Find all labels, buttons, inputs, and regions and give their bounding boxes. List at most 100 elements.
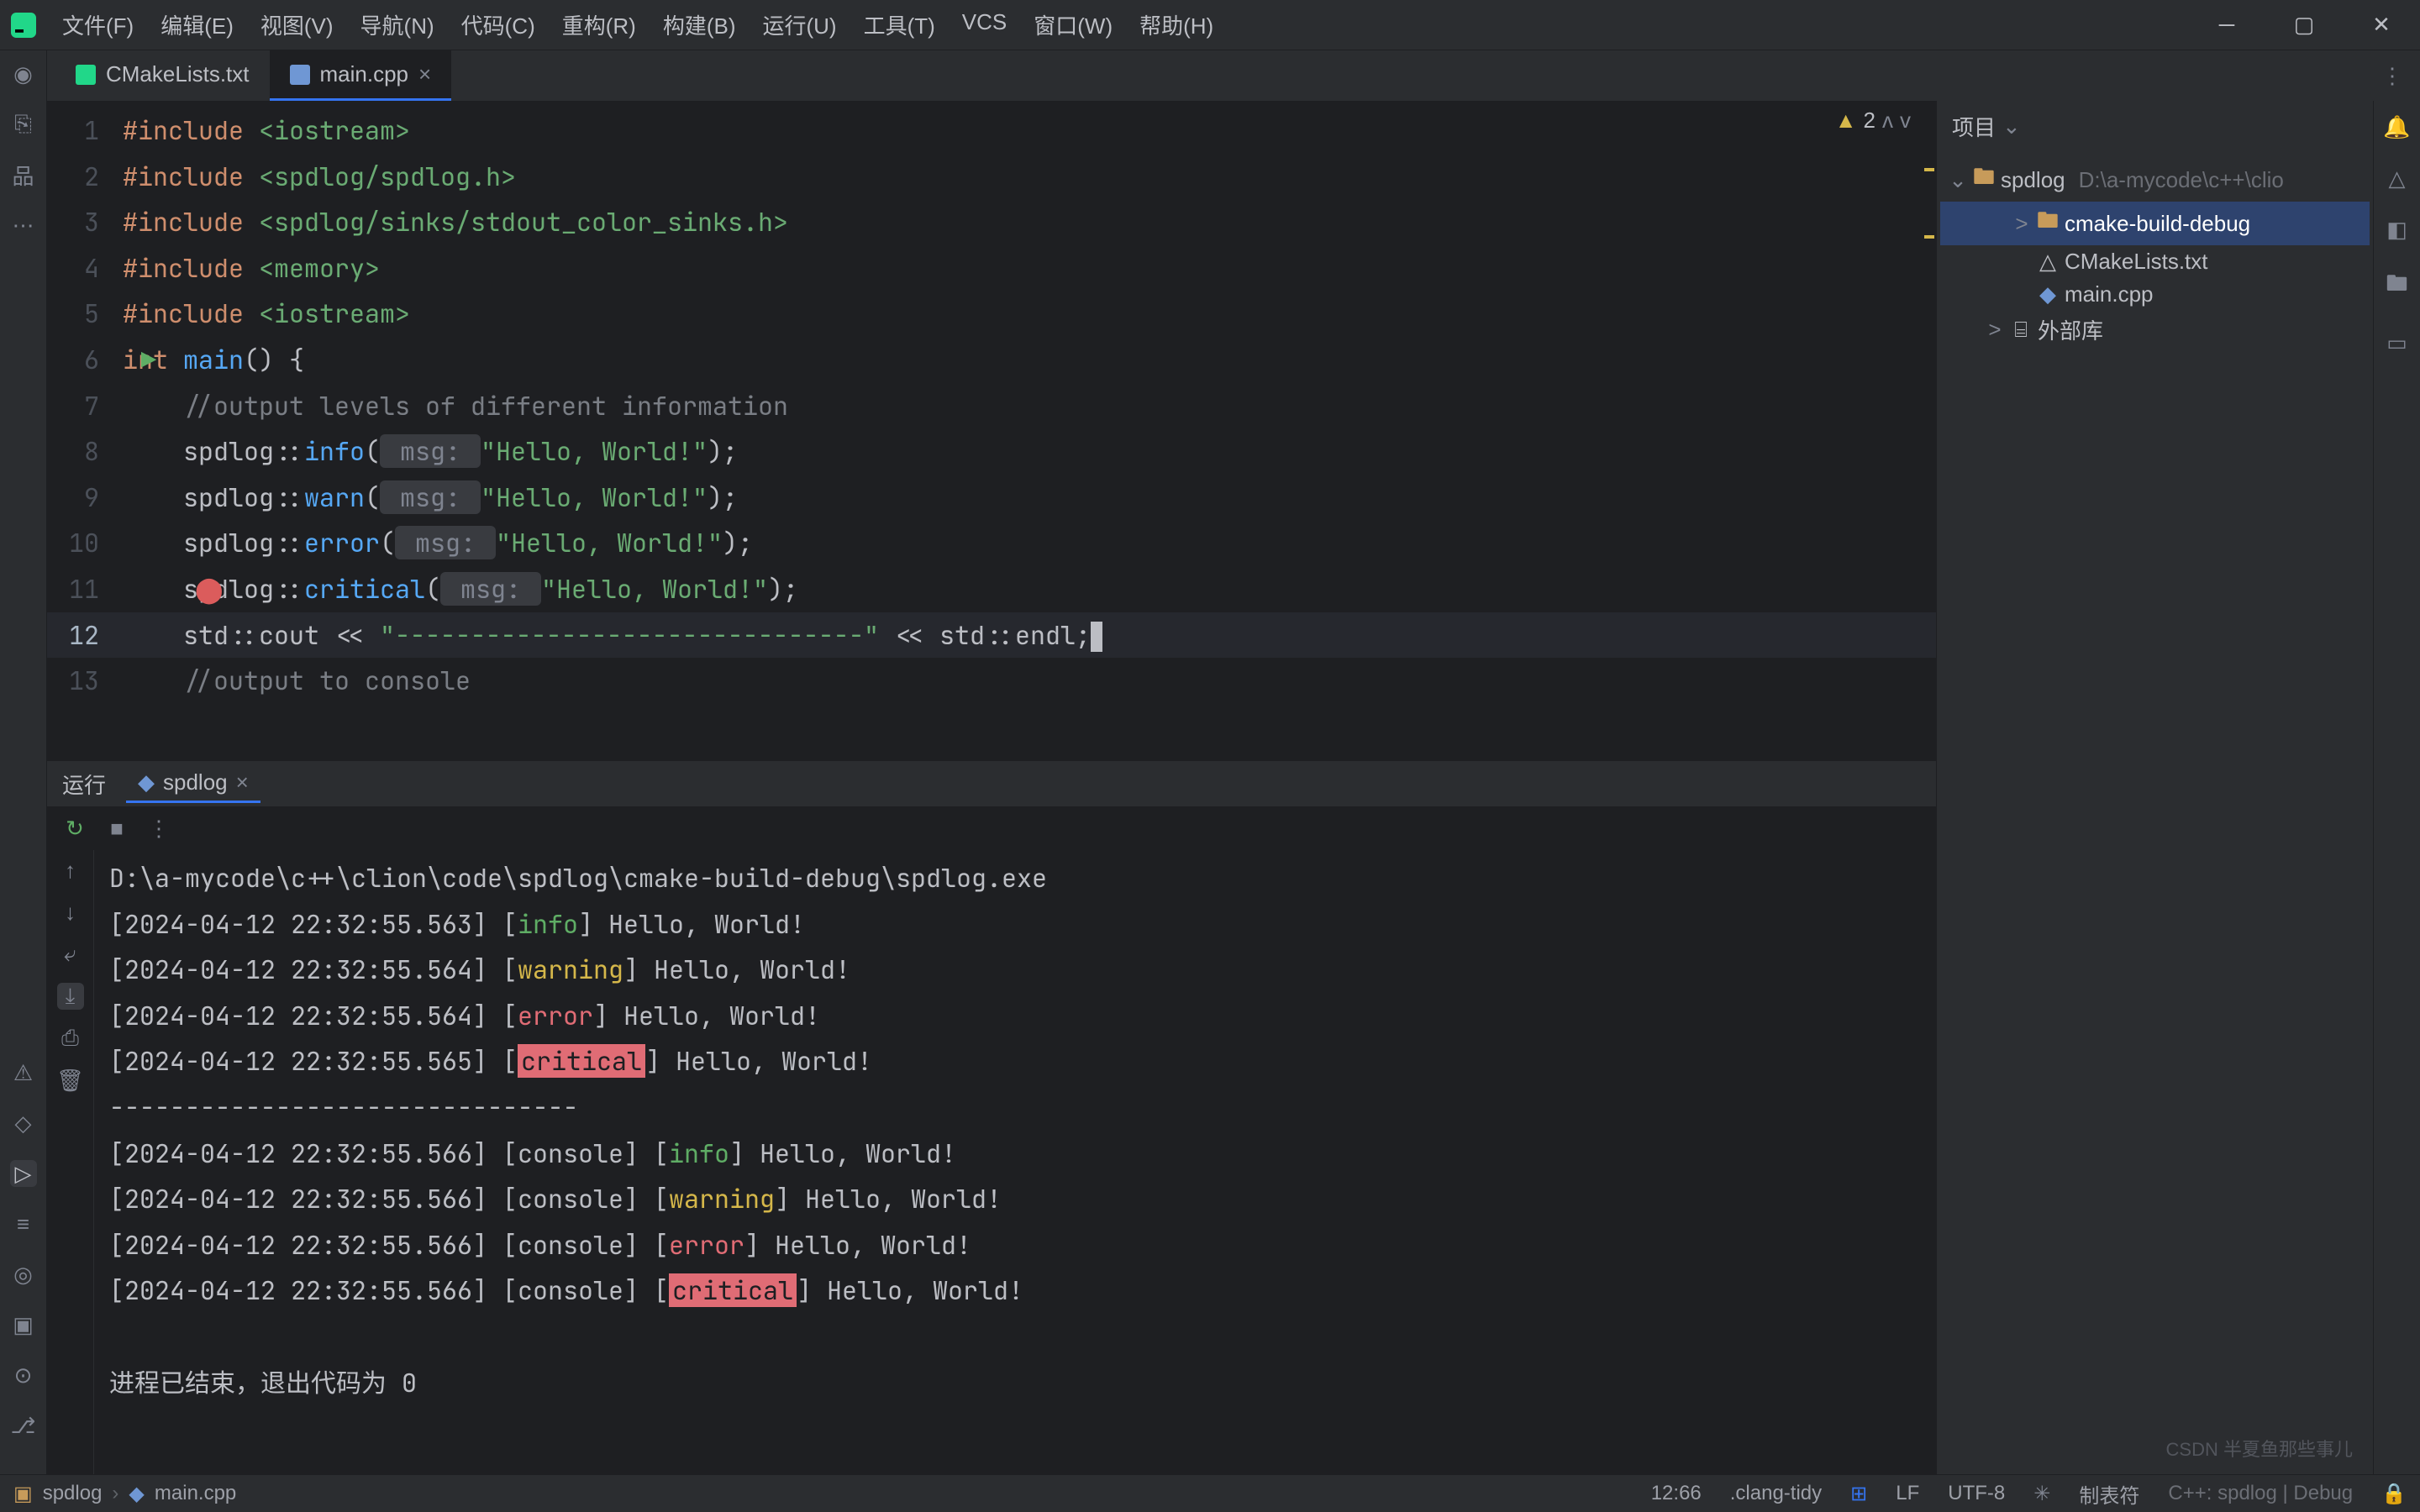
folder-icon: 🖿 (1974, 161, 1994, 198)
tree-item[interactable]: >⌸外部库 (1940, 311, 2370, 349)
line-number: 11 (47, 566, 123, 612)
scroll-to-end-icon[interactable]: ⤓ (57, 983, 84, 1010)
menu-item[interactable]: 代码(C) (453, 4, 544, 45)
tree-item[interactable]: △CMakeLists.txt (1940, 245, 2370, 278)
warning-icon: ▲ (1835, 108, 1857, 134)
menu-item[interactable]: 导航(N) (352, 4, 443, 45)
code-line[interactable]: 13 //output to console (47, 658, 1936, 704)
print-icon[interactable]: ⎙ (57, 1025, 84, 1052)
caret-position[interactable]: 12:66 (1651, 1482, 1702, 1505)
code-line[interactable]: 6▶int main() { (47, 337, 1936, 383)
structure-tool-icon[interactable]: 品 (10, 161, 37, 188)
inspection-indicator[interactable]: ▲ 2 ʌ v (1835, 108, 1911, 134)
chevron-down-icon[interactable]: ⌄ (2002, 113, 2021, 139)
error-stripe[interactable] (1921, 101, 1936, 760)
scroll-up-icon[interactable]: ↑ (57, 857, 84, 884)
soft-wrap-icon[interactable]: ⤶ (57, 941, 84, 968)
run-config-tab[interactable]: ◆ spdlog × (126, 764, 260, 803)
menu-item[interactable]: 运行(U) (755, 4, 845, 45)
code-line[interactable]: 12 std::cout << "-----------------------… (47, 612, 1936, 659)
vcs-icon[interactable]: ⎇ (10, 1412, 37, 1439)
watermark: CSDN 半夏鱼那些事儿 (2166, 1435, 2353, 1462)
stop-button[interactable]: ■ (101, 812, 133, 844)
notifications-icon[interactable]: 🔔 (2383, 114, 2410, 140)
file-encoding[interactable]: UTF-8 (1948, 1482, 2005, 1505)
menu-item[interactable]: 构建(B) (655, 4, 744, 45)
tree-item[interactable]: >🖿cmake-build-debug (1940, 202, 2370, 245)
chevron-right-icon[interactable]: > (2012, 211, 2031, 237)
tree-item[interactable]: ◆main.cpp (1940, 278, 2370, 311)
more-tool-icon[interactable]: ⋯ (10, 212, 37, 239)
code-editor[interactable]: 1#include <iostream>2#include <spdlog/sp… (47, 101, 1936, 704)
project-tool-icon[interactable]: ◉ (10, 60, 37, 87)
code-line[interactable]: 9 spdlog::warn( msg: "Hello, World!"); (47, 475, 1936, 521)
menu-item[interactable]: 窗口(W) (1025, 4, 1121, 45)
code-line[interactable]: 8 spdlog::info( msg: "Hello, World!"); (47, 428, 1936, 475)
menu-item[interactable]: VCS (954, 4, 1015, 45)
bookmarks-icon[interactable]: ◇ (10, 1110, 37, 1137)
database-icon[interactable]: ◧ (2386, 217, 2407, 243)
menu-item[interactable]: 视图(V) (252, 4, 342, 45)
code-line[interactable]: 10 spdlog::error( msg: "Hello, World!"); (47, 520, 1936, 566)
cmake-config[interactable]: C++: spdlog | Debug (2168, 1482, 2353, 1505)
chevron-down-icon[interactable]: v (1900, 108, 1911, 134)
terminal-icon[interactable]: ▣ (10, 1311, 37, 1338)
project-tree[interactable]: ⌄🖿spdlog D:\a-mycode\c++\clio>🖿cmake-bui… (1937, 151, 2373, 355)
code-line[interactable]: 11⬤ spdlog::critical( msg: "Hello, World… (47, 566, 1936, 612)
folder-icon[interactable]: 🖿 (2386, 268, 2407, 305)
file-icon: ◆ (2038, 281, 2058, 307)
menu-item[interactable]: 文件(F) (54, 4, 142, 45)
bookmark-icon[interactable]: ▭ (2386, 330, 2407, 356)
run-gutter-icon[interactable]: ▶ (141, 337, 156, 383)
close-button[interactable]: ✕ (2343, 0, 2420, 50)
close-icon[interactable]: × (236, 769, 249, 795)
line-separator[interactable]: LF (1896, 1482, 1919, 1505)
titlebar: 文件(F)编辑(E)视图(V)导航(N)代码(C)重构(R) 构建(B) 运行(U)… (0, 0, 2420, 50)
console-output[interactable]: D:\a-mycode\c++\clion\code\spdlog\cmake-… (94, 850, 1936, 1474)
breakpoint-icon[interactable]: ⬤ (195, 566, 224, 612)
file-type-icon (290, 65, 310, 85)
chevron-right-icon[interactable]: > (1986, 317, 2004, 343)
indent-status[interactable]: 制表符 (2079, 1479, 2139, 1509)
services-icon[interactable]: ◎ (10, 1261, 37, 1288)
scroll-down-icon[interactable]: ↓ (57, 899, 84, 926)
line-number: 1 (47, 108, 123, 154)
status-bar: ▣ spdlog › ◆ main.cpp 12:66 .clang-tidy … (0, 1474, 2420, 1512)
editor-tab[interactable]: CMakeLists.txt (55, 50, 270, 101)
code-line[interactable]: 3#include <spdlog/sinks/stdout_color_sin… (47, 199, 1936, 245)
project-title: 项目 (1952, 111, 1996, 142)
debug-tool-icon[interactable]: ≡ (10, 1210, 37, 1237)
close-icon[interactable]: × (418, 61, 431, 87)
code-line[interactable]: 4#include <memory> (47, 245, 1936, 291)
editor-tab[interactable]: main.cpp× (270, 50, 452, 101)
code-line[interactable]: 7 //output levels of different informati… (47, 383, 1936, 429)
linter-status[interactable]: .clang-tidy (1730, 1482, 1822, 1505)
menu-item[interactable]: 重构(R) (554, 4, 644, 45)
run-tool-icon[interactable]: ▷ (10, 1160, 37, 1187)
cmake-icon[interactable]: △ (2389, 165, 2406, 192)
menu-item[interactable]: 帮助(H) (1131, 4, 1222, 45)
run-options-icon[interactable]: ⋮ (143, 812, 175, 844)
rerun-button[interactable]: ↻ (59, 812, 91, 844)
run-config-icon: ◆ (138, 769, 155, 795)
line-number: 4 (47, 245, 123, 291)
menu-item[interactable]: 编辑(E) (152, 4, 242, 45)
code-line[interactable]: 1#include <iostream> (47, 108, 1936, 154)
minimize-button[interactable]: ─ (2188, 0, 2265, 50)
menu-item[interactable]: 工具(T) (855, 4, 944, 45)
tabs-overflow-icon[interactable]: ⋮ (2381, 63, 2420, 89)
lock-icon[interactable]: 🔒 (2381, 1482, 2407, 1506)
todo-icon[interactable]: ⊙ (10, 1362, 37, 1389)
chevron-up-icon[interactable]: ʌ (1882, 108, 1893, 134)
tree-root[interactable]: ⌄🖿spdlog D:\a-mycode\c++\clio (1940, 158, 2370, 202)
code-line[interactable]: 2#include <spdlog/spdlog.h> (47, 154, 1936, 200)
editor-tabs: CMakeLists.txtmain.cpp× ⋮ (47, 50, 2420, 101)
commit-tool-icon[interactable]: ⎘ (10, 111, 37, 138)
code-line[interactable]: 5#include <iostream> (47, 291, 1936, 337)
warning-count: 2 (1864, 108, 1876, 134)
breadcrumb-project[interactable]: spdlog (43, 1482, 103, 1505)
problems-icon[interactable]: ⚠ (10, 1059, 37, 1086)
breadcrumb-file[interactable]: main.cpp (155, 1482, 236, 1505)
clear-icon[interactable]: 🗑 (57, 1067, 84, 1094)
maximize-button[interactable]: ▢ (2265, 0, 2343, 50)
